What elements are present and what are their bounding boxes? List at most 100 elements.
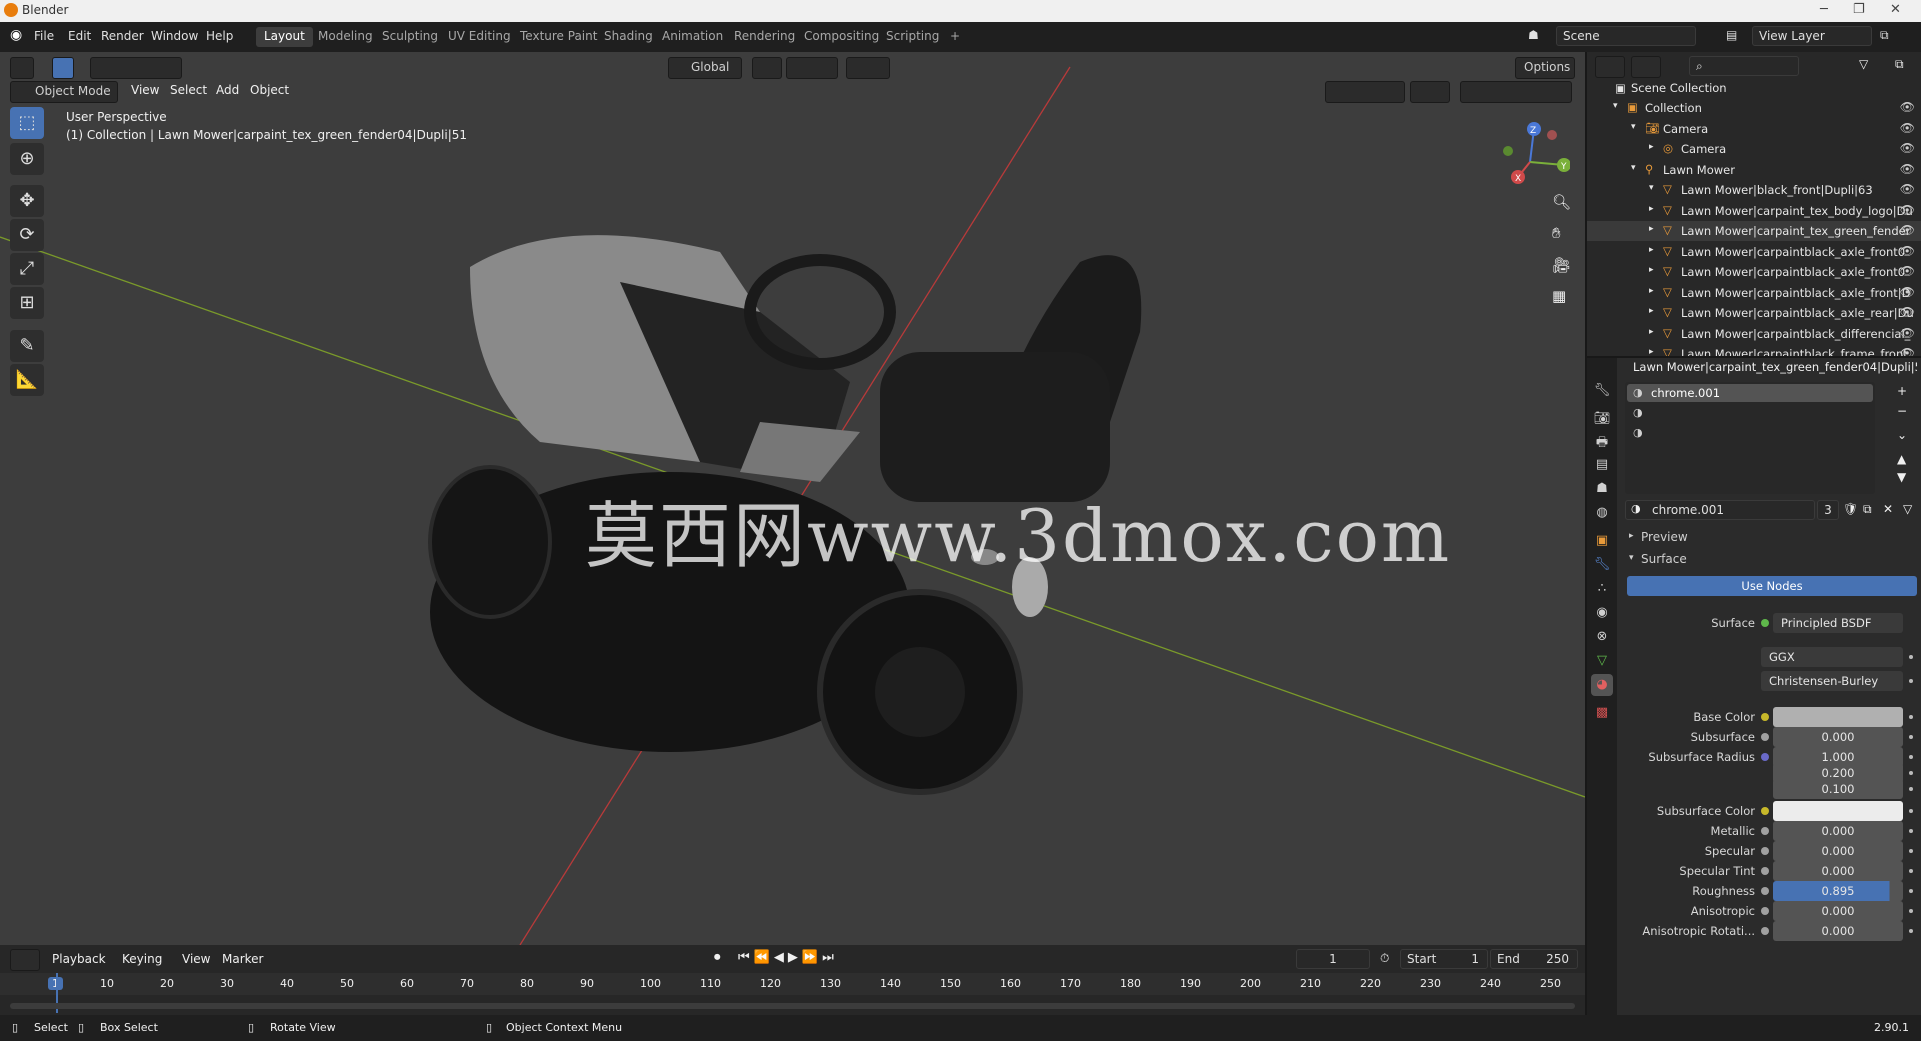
tab-sculpting[interactable]: Sculpting (374, 27, 446, 47)
render-tab-icon[interactable]: 📷︎ (1591, 408, 1613, 430)
proportional-edit-icon[interactable] (846, 57, 890, 79)
keyframe-dot[interactable] (1909, 909, 1913, 913)
add-slot-icon[interactable]: + (1897, 384, 1907, 398)
scene-field[interactable]: Scene (1556, 26, 1696, 46)
use-nodes-button[interactable]: Use Nodes (1627, 576, 1917, 596)
properties-editor[interactable]: 🔧︎ 📷︎ 🖶 ▤ ☗ ◍ ▣ 🔧︎ ∴ ◉ ⊗ ▽ ◕ ▩ Lawn Mowe… (1585, 356, 1921, 1017)
outliner-row[interactable]: ▾ 📷︎ Camera 👁︎ (1587, 119, 1921, 139)
record-icon[interactable]: ⏺ (714, 950, 721, 965)
menu-help[interactable]: Help (206, 29, 233, 43)
timeline-menu-marker[interactable]: Marker (222, 952, 263, 966)
view-layer-icon[interactable]: ▤ (1726, 28, 1737, 42)
property-value-field[interactable]: 0.000 (1773, 821, 1903, 841)
visibility-eye-icon[interactable]: 👁︎ (1900, 141, 1915, 155)
editor-type-icon[interactable] (10, 57, 34, 79)
ortho-grid-icon[interactable]: ▦ (1552, 287, 1566, 305)
pan-hand-icon[interactable]: ✋︎ (1552, 224, 1561, 242)
zoom-icon[interactable]: 🔍︎ (1552, 193, 1571, 211)
selection-mode-buttons[interactable] (90, 57, 182, 79)
visibility-eye-icon[interactable]: 👁︎ (1900, 223, 1915, 237)
visibility-eye-icon[interactable]: 👁︎ (1900, 305, 1915, 319)
material-name-field[interactable]: chrome.001 (1625, 500, 1815, 520)
visibility-eye-icon[interactable]: 👁︎ (1900, 264, 1915, 278)
expand-toggle-icon[interactable]: ▾ (1649, 183, 1654, 193)
outliner-row[interactable]: ▸ ▽ Lawn Mower|carpaint_tex_body_logo|Du 👁︎ (1587, 201, 1921, 221)
tab-compositing[interactable]: Compositing (796, 27, 887, 47)
surface-panel-header[interactable]: ▾ Surface (1625, 550, 1919, 570)
outliner-row[interactable]: ▾ ⚲ Lawn Mower 👁︎ (1587, 160, 1921, 180)
close-icon[interactable]: ✕ (1890, 2, 1901, 17)
new-collection-icon[interactable]: ⧉ (1895, 57, 1904, 72)
subsurface-method-dropdown[interactable]: Christensen-Burley (1761, 671, 1903, 691)
select-tool-icon[interactable] (52, 57, 74, 79)
data-tab-icon[interactable]: ▽ (1591, 650, 1613, 672)
expand-toggle-icon[interactable]: ▸ (1649, 224, 1654, 234)
timeline-menu-keying[interactable]: Keying (122, 952, 162, 966)
expand-toggle-icon[interactable]: ▸ (1649, 306, 1654, 316)
tab-shading[interactable]: Shading (596, 27, 661, 47)
keyframe-dot[interactable] (1909, 809, 1913, 813)
keyframe-dot[interactable] (1909, 869, 1913, 873)
socket-dot[interactable] (1761, 807, 1769, 815)
socket-dot[interactable] (1761, 713, 1769, 721)
preview-range-icon[interactable]: ⏱ (1380, 951, 1389, 966)
outliner-row[interactable]: ▸ ▽ Lawn Mower|carpaintblack_axle_front|D 👁… (1587, 283, 1921, 303)
keyframe-dot[interactable] (1909, 715, 1913, 719)
property-value-field[interactable]: 0.000 (1773, 841, 1903, 861)
move-slot-up-icon[interactable]: ▲ (1897, 452, 1906, 466)
slot-specials-icon[interactable]: ⌄ (1897, 428, 1907, 442)
keyframe-dot[interactable] (1909, 849, 1913, 853)
end-frame-field[interactable]: End 250 (1490, 949, 1578, 969)
add-workspace-button[interactable]: + (942, 27, 968, 47)
timeline-editor-type-icon[interactable] (10, 949, 40, 971)
tool-tab-icon[interactable]: 🔧︎ (1591, 380, 1613, 402)
transform-orientation-dropdown[interactable]: Global (668, 57, 742, 79)
socket-dot[interactable] (1761, 733, 1769, 741)
browse-material-icon[interactable]: ◑ (1631, 502, 1641, 515)
object-tab-icon[interactable]: ▣ (1591, 530, 1613, 552)
timeline-menu-view[interactable]: View (182, 952, 210, 966)
minimize-icon[interactable]: ─ (1820, 2, 1828, 17)
keyframe-dot[interactable] (1909, 735, 1913, 739)
duplicate-material-icon[interactable]: ⧉ (1863, 502, 1872, 517)
preview-panel-header[interactable]: ▸ Preview (1625, 528, 1919, 548)
material-slot-selected[interactable]: ◑ chrome.001 (1627, 384, 1873, 402)
menu-file[interactable]: File (34, 29, 54, 43)
outliner-row[interactable]: ▸ ▽ Lawn Mower|carpaintblack_differencial_… (1587, 324, 1921, 344)
expand-toggle-icon[interactable]: ▸ (1649, 245, 1654, 255)
tab-animation[interactable]: Animation (654, 27, 731, 47)
outliner-row[interactable]: ▸ ▽ Lawn Mower|carpaint_tex_green_fender 👁︎ (1587, 221, 1921, 241)
texture-tab-icon[interactable]: ▩ (1591, 702, 1613, 724)
new-view-layer-icon[interactable]: ⧉ (1880, 28, 1889, 43)
snap-icon[interactable] (786, 57, 838, 79)
frame-ruler[interactable]: 1102030405060708090100110120130140150160… (0, 973, 1585, 995)
fake-user-icon[interactable]: 🛡︎ (1843, 502, 1858, 516)
filter-icon[interactable]: ▽ (1859, 57, 1868, 71)
tab-modeling[interactable]: Modeling (310, 27, 381, 47)
timeline-scrollbar[interactable] (10, 1003, 1575, 1009)
outliner-row[interactable]: ▾ ▽ Lawn Mower|black_front|Dupli|63 👁︎ (1587, 180, 1921, 200)
outliner[interactable]: ⌕ ▽ ⧉ ▣ Scene Collection ▾ ▣ Collection 👁︎ ▾… (1585, 52, 1921, 361)
outliner-search-input[interactable]: ⌕ (1689, 56, 1799, 76)
material-tab-icon[interactable]: ◕ (1591, 674, 1613, 696)
blender-menu-icon[interactable]: ◉ (10, 27, 22, 43)
visibility-eye-icon[interactable]: 👁︎ (1900, 162, 1915, 176)
tab-texture-paint[interactable]: Texture Paint (512, 27, 605, 47)
timeline[interactable]: Playback Keying View Marker ⏺ ⏮⏪◀▶⏩⏭ 1 ⏱… (0, 945, 1585, 1015)
outliner-editor-type-icon[interactable] (1595, 56, 1625, 78)
shading-mode-buttons[interactable] (1460, 81, 1572, 103)
outliner-row[interactable]: ▸ ◎ Camera 👁︎ (1587, 139, 1921, 159)
surface-shader-dropdown[interactable]: Principled BSDF (1773, 613, 1903, 633)
color-swatch[interactable] (1773, 801, 1903, 821)
remove-slot-icon[interactable]: − (1897, 404, 1907, 418)
display-mode-icon[interactable] (1631, 56, 1661, 78)
mode-dropdown[interactable]: Object Mode (10, 81, 118, 103)
tab-uv-editing[interactable]: UV Editing (440, 27, 519, 47)
visibility-eye-icon[interactable]: 👁︎ (1900, 203, 1915, 217)
visibility-eye-icon[interactable]: 👁︎ (1900, 121, 1915, 135)
scene-icon[interactable]: ☗ (1528, 28, 1539, 42)
output-tab-icon[interactable]: 🖶 (1591, 432, 1613, 454)
timeline-menu-playback[interactable]: Playback (52, 952, 106, 966)
transform-tool-icon[interactable]: ⊞ (10, 287, 44, 319)
socket-dot[interactable] (1761, 827, 1769, 835)
